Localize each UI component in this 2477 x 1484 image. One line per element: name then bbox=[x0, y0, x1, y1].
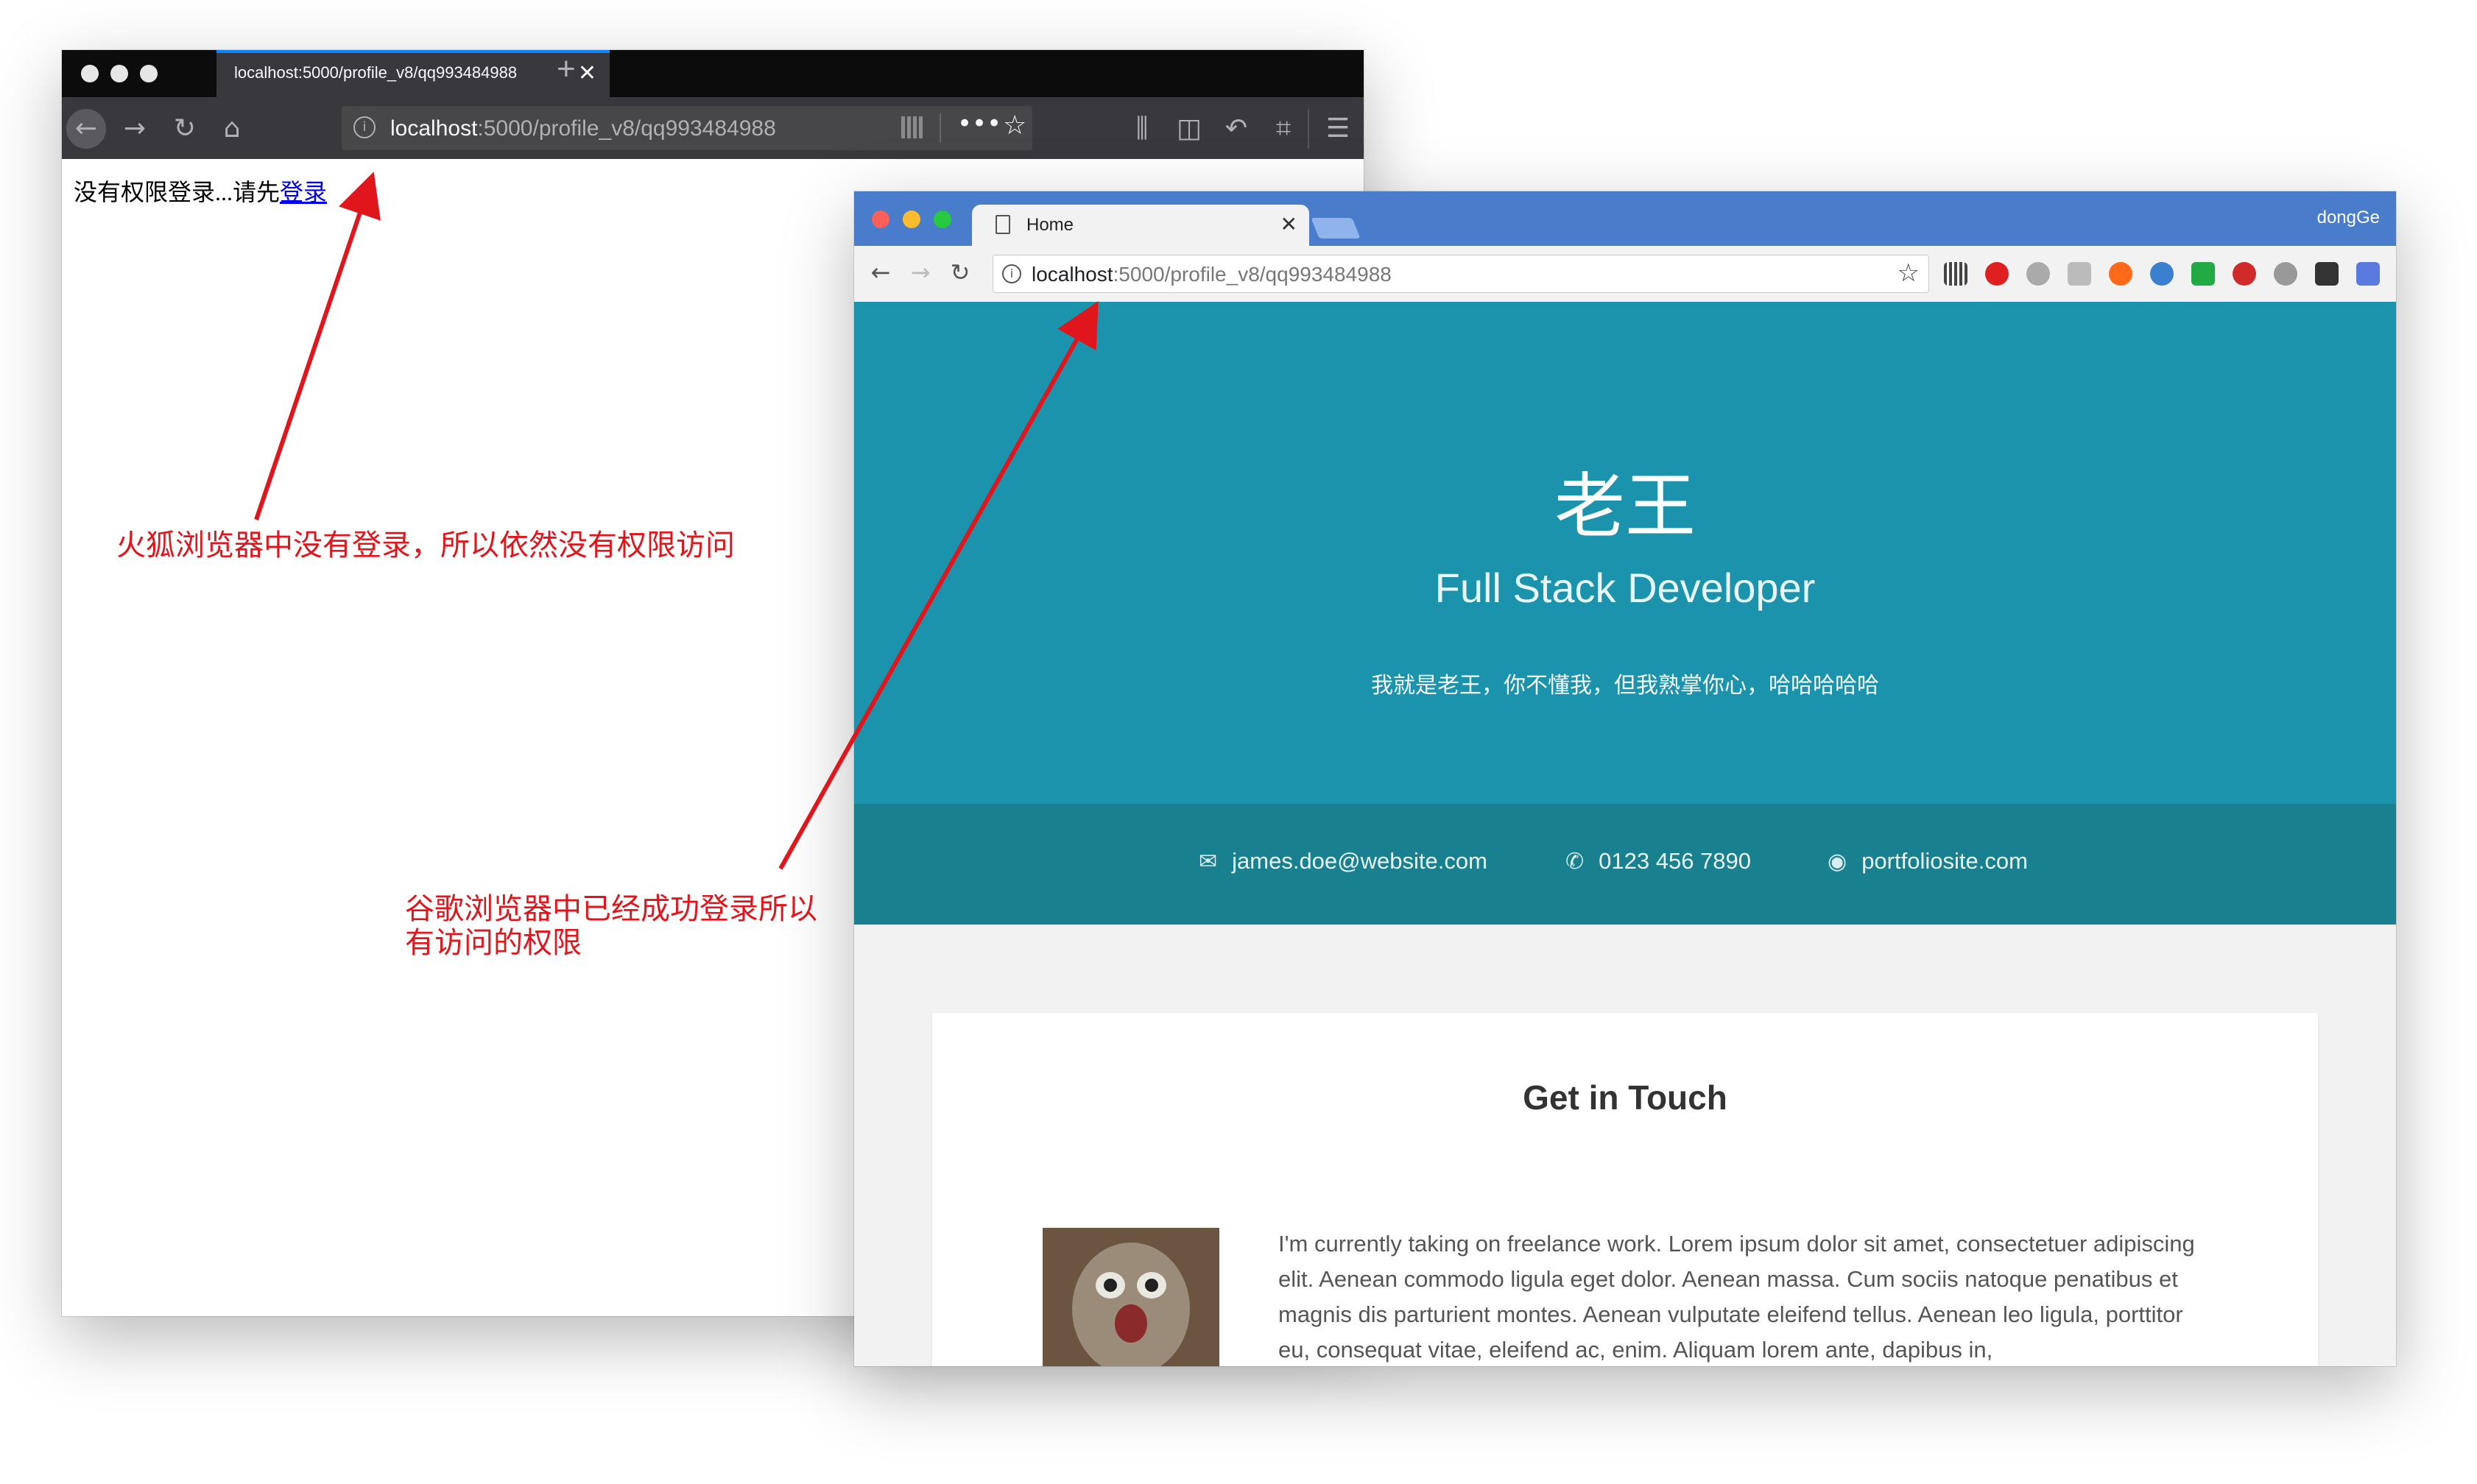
firefox-tab-bar: localhost:5000/profile_v8/qq993484988 ✕ … bbox=[62, 50, 1364, 97]
new-tab-button[interactable]: + bbox=[557, 53, 576, 85]
pdf-extension-icon[interactable] bbox=[2068, 262, 2091, 286]
firefox-annotation: 火狐浏览器中没有登录，所以依然没有权限访问 bbox=[116, 529, 735, 562]
jh-extension-icon[interactable] bbox=[2356, 262, 2380, 286]
envelope-icon: ✉ bbox=[1199, 849, 1218, 874]
contact-phone[interactable]: ✆ 0123 456 7890 bbox=[1565, 848, 1751, 875]
translate-extension-icon[interactable] bbox=[2150, 262, 2174, 286]
chrome-tab[interactable]: Home ✕ bbox=[972, 205, 1309, 246]
x-extension-icon[interactable] bbox=[2315, 262, 2339, 286]
menu-icon[interactable]: ☰ bbox=[1318, 109, 1358, 149]
phone-text: 0123 456 7890 bbox=[1599, 848, 1752, 874]
section-text: I'm currently taking on freelance work. … bbox=[1278, 1231, 2195, 1363]
close-icon[interactable]: ✕ bbox=[1280, 212, 1297, 236]
forward-icon[interactable]: → bbox=[904, 256, 937, 289]
yab-extension-icon[interactable] bbox=[2233, 262, 2256, 286]
chrome-omnibox[interactable]: i localhost:5000/profile_v8/qq993484988 … bbox=[993, 255, 1929, 293]
firefox-nav-bar: ← → ↻ ⌂ i localhost:5000/profile_v8/qq99… bbox=[62, 97, 1364, 159]
undo-icon[interactable]: ↶ bbox=[1216, 109, 1256, 149]
library-icon[interactable]: ⫼ bbox=[1122, 109, 1162, 149]
url-path: :5000/profile_v8/qq993484988 bbox=[477, 116, 776, 141]
orange-extension-icon[interactable] bbox=[2109, 262, 2132, 286]
profile-name-heading: 老王 bbox=[1554, 465, 1696, 548]
contact-email[interactable]: ✉ james.doe@website.com bbox=[1199, 848, 1487, 875]
profile-hero: 老王 Full Stack Developer 我就是老王，你不懂我，但我熟掌你… bbox=[854, 302, 2396, 804]
sidebar-icon[interactable]: ◫ bbox=[1169, 109, 1209, 149]
info-icon[interactable]: i bbox=[353, 116, 376, 138]
profile-bio: 我就是老王，你不懂我，但我熟掌你心，哈哈哈哈哈 bbox=[1371, 673, 1879, 699]
bookmark-star-icon[interactable]: ☆ bbox=[1003, 110, 1026, 141]
shield-extension-icon[interactable] bbox=[2191, 262, 2215, 286]
info-icon[interactable]: i bbox=[1002, 264, 1021, 283]
profile-name[interactable]: dongGe bbox=[2317, 208, 2380, 228]
reload-icon[interactable]: ↻ bbox=[165, 109, 205, 149]
url-host: localhost bbox=[1032, 263, 1113, 286]
reload-icon[interactable]: ↻ bbox=[944, 256, 976, 289]
close-icon[interactable]: ✕ bbox=[578, 60, 596, 86]
qr-code-icon[interactable] bbox=[901, 116, 923, 138]
no-permission-message: 没有权限登录...请先登录 bbox=[74, 174, 327, 208]
back-icon[interactable]: ← bbox=[864, 256, 897, 289]
forward-icon[interactable]: → bbox=[115, 109, 155, 149]
chrome-url-text: localhost:5000/profile_v8/qq993484988 bbox=[1032, 263, 1392, 286]
window-close-dot[interactable] bbox=[872, 211, 889, 228]
chrome-annotation-line2: 有访问的权限 bbox=[405, 926, 582, 960]
page-actions-icon[interactable]: ••• bbox=[957, 109, 1001, 138]
phone-icon: ✆ bbox=[1565, 849, 1585, 874]
window-minimize-dot[interactable] bbox=[110, 65, 128, 82]
contact-website[interactable]: ◉ portfoliosite.com bbox=[1828, 848, 2028, 875]
chrome-title-bar: Home ✕ dongGe bbox=[854, 191, 2396, 246]
no-permission-text: 没有权限登录...请先 bbox=[74, 179, 281, 205]
back-icon[interactable]: ← bbox=[66, 109, 106, 149]
firefox-tab-title: localhost:5000/profile_v8/qq993484988 bbox=[234, 63, 518, 82]
chrome-annotation-line1: 谷歌浏览器中已经成功登录所以 bbox=[405, 892, 817, 926]
url-path: :5000/profile_v8/qq993484988 bbox=[1113, 263, 1392, 286]
window-zoom-dot[interactable] bbox=[140, 65, 158, 82]
contact-bar: ✉ james.doe@website.com ✆ 0123 456 7890 ◉ p… bbox=[854, 804, 2396, 925]
qr-code-extension-icon[interactable] bbox=[1944, 262, 1967, 286]
login-link[interactable]: 登录 bbox=[280, 179, 327, 205]
profile-photo bbox=[1043, 1228, 1219, 1366]
get-in-touch-card: Get in Touch I'm currently taking on fre… bbox=[932, 1013, 2318, 1366]
website-text: portfoliosite.com bbox=[1861, 848, 2028, 874]
home-icon[interactable]: ⌂ bbox=[212, 109, 252, 149]
chrome-window: Home ✕ dongGe ← → ↻ i localhost:5000/pro… bbox=[854, 191, 2396, 1366]
section-title: Get in Touch bbox=[1523, 1078, 1727, 1117]
url-host: localhost bbox=[390, 116, 478, 141]
screenshot-icon[interactable]: ⌗ bbox=[1264, 109, 1303, 149]
proxy-extension-icon[interactable] bbox=[2274, 262, 2297, 286]
globe-extension-icon[interactable] bbox=[2026, 262, 2050, 286]
chrome-toolbar: ← → ↻ i localhost:5000/profile_v8/qq9934… bbox=[854, 246, 2396, 303]
window-zoom-dot[interactable] bbox=[934, 211, 951, 228]
page-icon bbox=[996, 215, 1010, 234]
chrome-tab-title: Home bbox=[1026, 215, 1074, 235]
firefox-url-bar[interactable]: i localhost:5000/profile_v8/qq993484988 … bbox=[342, 106, 1032, 150]
globe-icon: ◉ bbox=[1828, 849, 1847, 874]
firefox-url-text: localhost:5000/profile_v8/qq993484988 bbox=[390, 116, 776, 141]
toolbar-divider bbox=[1308, 109, 1309, 149]
chrome-annotation: 谷歌浏览器中已经成功登录所以 有访问的权限 bbox=[405, 892, 817, 960]
url-divider bbox=[940, 113, 941, 143]
firefox-tab[interactable]: localhost:5000/profile_v8/qq993484988 ✕ bbox=[216, 50, 610, 97]
bookmark-star-icon[interactable]: ☆ bbox=[1898, 258, 1920, 288]
window-close-dot[interactable] bbox=[81, 65, 99, 82]
window-minimize-dot[interactable] bbox=[903, 211, 920, 228]
profile-role: Full Stack Developer bbox=[1434, 565, 1816, 611]
new-tab-button[interactable] bbox=[1311, 218, 1361, 239]
adblock-extension-icon[interactable] bbox=[1985, 262, 2009, 286]
email-text: james.doe@website.com bbox=[1232, 848, 1487, 874]
